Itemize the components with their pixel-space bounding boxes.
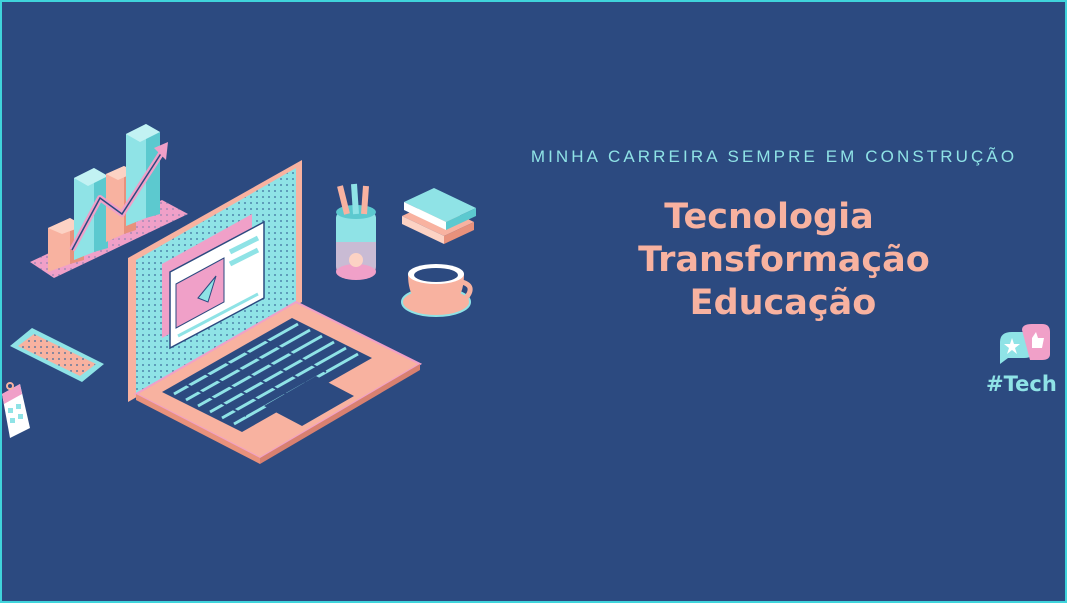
smartphone-icon xyxy=(10,328,104,382)
coffee-cup-icon xyxy=(401,264,473,317)
like-star-icon xyxy=(1000,324,1050,364)
tagline: MINHA CARREIRA SEMPRE EM CONSTRUÇÃO xyxy=(530,147,1018,166)
calendar-icon xyxy=(2,382,30,438)
heading-educacao: Educação xyxy=(689,283,877,323)
banner: MINHA CARREIRA SEMPRE EM CONSTRUÇÃO Tecn… xyxy=(0,0,1067,603)
illustration xyxy=(2,124,476,464)
pencil-cup-icon xyxy=(336,183,376,280)
hashtag-tech: #Tech xyxy=(986,372,1057,396)
heading-transformacao: Transformação xyxy=(638,240,930,280)
heading-tecnologia: Tecnologia xyxy=(664,197,874,237)
books-icon xyxy=(402,188,476,244)
